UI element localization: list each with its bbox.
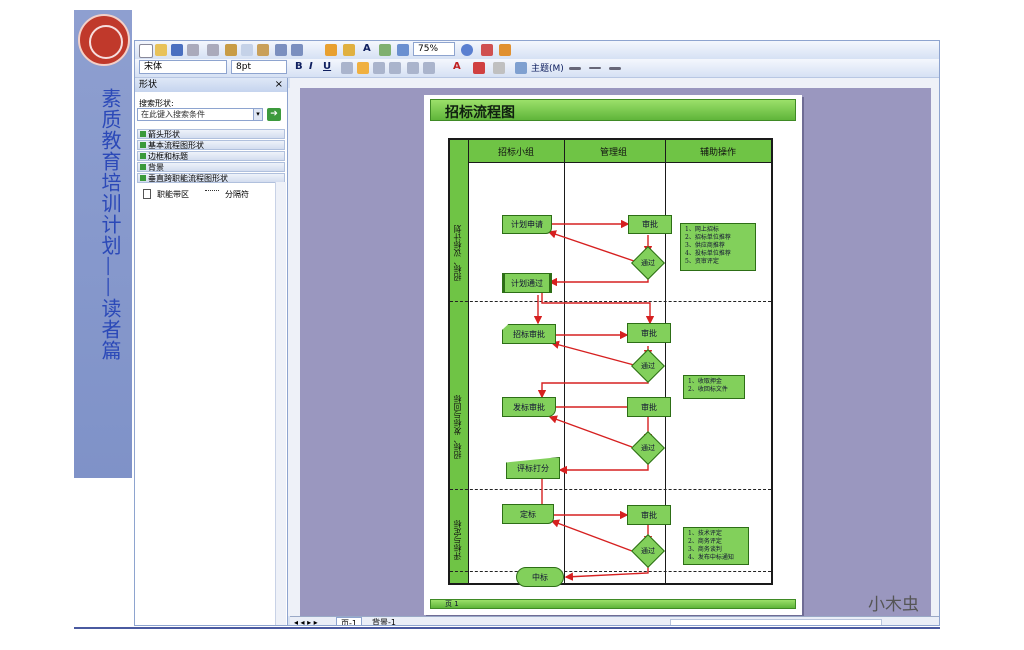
save-icon[interactable] bbox=[171, 44, 183, 56]
indent-icon[interactable] bbox=[423, 62, 435, 74]
node-approve-3[interactable]: 审批 bbox=[627, 397, 671, 417]
node-win[interactable]: 中标 bbox=[516, 567, 564, 587]
shape-icon[interactable] bbox=[379, 44, 391, 56]
line-weight-icon[interactable] bbox=[569, 67, 581, 70]
diagram-page[interactable]: 招标流程图 招标小组 管理组 辅助操作 招标、议标计划 招标、发标与回标 评标与… bbox=[424, 95, 802, 615]
line-color-icon[interactable] bbox=[473, 62, 485, 74]
shape-item-functional-band[interactable]: 职能带区 bbox=[157, 189, 189, 200]
shapes-panel: 形状 × 搜索形状: 在此键入搜索条件 ▾ ➔ 箭头形状 基本流程图形状 边框和… bbox=[135, 78, 288, 625]
bold-icon[interactable]: B bbox=[295, 61, 303, 72]
bullets-icon[interactable] bbox=[407, 62, 419, 74]
note-evaluate-support[interactable]: 1、技术评定 2、商务评定 3、商务谈判 4、发布中标通知 bbox=[683, 527, 749, 565]
watermark: 小木虫 bbox=[868, 595, 919, 615]
functional-band-icon bbox=[143, 189, 151, 199]
standard-toolbar: A 75% bbox=[135, 41, 939, 60]
tab-nav-icons[interactable]: ◂ ◂ ▸ ▸ bbox=[294, 617, 318, 625]
diagram-footer-bar: 页 1 bbox=[430, 599, 796, 609]
tab-page-1[interactable]: 页-1 bbox=[336, 617, 362, 625]
help-icon[interactable] bbox=[461, 44, 473, 56]
text-tool-icon[interactable]: A bbox=[363, 43, 371, 54]
line-ends-icon[interactable] bbox=[609, 67, 621, 70]
panel-scrollbar[interactable] bbox=[275, 182, 286, 625]
slide-title: 素质教育培训计划——读者篇 bbox=[98, 88, 122, 361]
close-icon[interactable]: × bbox=[275, 78, 283, 92]
stencil-borders-titles[interactable]: 边框和标题 bbox=[137, 151, 285, 161]
shapes-panel-header: 形状 × bbox=[135, 78, 287, 92]
open-icon[interactable] bbox=[155, 44, 167, 56]
font-select[interactable]: 宋体 bbox=[139, 60, 227, 74]
node-approve-4[interactable]: 审批 bbox=[627, 505, 671, 525]
note-line: 3、供应商推荐 bbox=[685, 242, 725, 249]
shape-item-separator[interactable]: 分隔符 bbox=[225, 189, 249, 200]
note-plan-support[interactable]: 1、网上招标 2、招标单位推荐 3、供应商推荐 4、投标单位推荐 5、资审评定 bbox=[680, 223, 756, 271]
format-painter-icon[interactable] bbox=[499, 44, 511, 56]
fill-color-icon[interactable] bbox=[493, 62, 505, 74]
node-plan-pass[interactable]: 计划通过 bbox=[502, 273, 552, 293]
node-plan-apply[interactable]: 计划申请 bbox=[502, 215, 552, 234]
footer-label: 页 1 bbox=[445, 600, 459, 608]
theme-button-icon[interactable] bbox=[515, 62, 527, 74]
cut-icon[interactable] bbox=[225, 44, 237, 56]
node-pass-3-label: 通过 bbox=[641, 444, 655, 452]
note-line: 1、网上招标 bbox=[685, 226, 719, 233]
page-tabs-bar: ◂ ◂ ▸ ▸ 页-1 背景-1 bbox=[290, 616, 939, 625]
connector-icon[interactable] bbox=[343, 44, 355, 56]
note-line: 5、资审评定 bbox=[685, 258, 719, 265]
format-toolbar: 宋体 8pt B I U A 主题(M) bbox=[135, 59, 939, 78]
node-pass-4-label: 通过 bbox=[641, 547, 655, 555]
stencil-basic-flowchart[interactable]: 基本流程图形状 bbox=[137, 140, 285, 150]
zoom-icon[interactable] bbox=[397, 44, 409, 56]
preview-icon[interactable] bbox=[207, 44, 219, 56]
undo-icon[interactable] bbox=[275, 44, 287, 56]
node-pass-2-label: 通过 bbox=[641, 362, 655, 370]
redo-icon[interactable] bbox=[291, 44, 303, 56]
note-line: 1、技术评定 bbox=[688, 530, 722, 537]
line-pattern-icon[interactable] bbox=[589, 67, 601, 69]
search-go-icon[interactable]: ➔ bbox=[267, 108, 281, 121]
note-line: 2、商务评定 bbox=[688, 538, 722, 545]
node-decide[interactable]: 定标 bbox=[502, 504, 554, 524]
font-size-select[interactable]: 8pt bbox=[231, 60, 287, 74]
stencil-cross-functional[interactable]: 垂直跨职能流程图形状 bbox=[137, 173, 285, 183]
zoom-select[interactable]: 75% bbox=[413, 42, 455, 56]
chevron-down-icon[interactable]: ▾ bbox=[253, 108, 263, 121]
node-approve-2[interactable]: 审批 bbox=[627, 323, 671, 343]
note-issue-support[interactable]: 1、收取押金 2、收回标文件 bbox=[683, 375, 745, 399]
print-icon[interactable] bbox=[187, 44, 199, 56]
note-line: 2、招标单位推荐 bbox=[685, 234, 731, 241]
note-line: 3、商务谈判 bbox=[688, 546, 722, 553]
italic-icon[interactable]: I bbox=[309, 61, 313, 72]
canvas-horizontal-scrollbar[interactable] bbox=[670, 619, 882, 625]
underline-icon[interactable]: U bbox=[323, 61, 331, 72]
note-line: 4、投标单位推荐 bbox=[685, 250, 731, 257]
stencil-arrows[interactable]: 箭头形状 bbox=[137, 129, 285, 139]
separator-icon bbox=[205, 190, 219, 191]
slide-divider bbox=[74, 627, 940, 629]
theme-button[interactable]: 主题(M) bbox=[531, 61, 564, 74]
pointer-tool-icon[interactable] bbox=[325, 44, 337, 56]
canvas-vertical-scrollbar[interactable] bbox=[931, 88, 939, 616]
stencil-backgrounds[interactable]: 背景 bbox=[137, 162, 285, 172]
shapes-panel-title: 形状 bbox=[139, 80, 158, 90]
paste-icon[interactable] bbox=[257, 44, 269, 56]
copy-icon[interactable] bbox=[241, 44, 253, 56]
note-line: 4、发布中标通知 bbox=[688, 554, 734, 561]
theme-icon[interactable] bbox=[481, 44, 493, 56]
node-issue-review[interactable]: 发标审批 bbox=[502, 397, 556, 417]
node-tender-review[interactable]: 招标审批 bbox=[502, 324, 556, 344]
align-center-icon[interactable] bbox=[357, 62, 369, 74]
note-line: 2、收回标文件 bbox=[688, 386, 728, 393]
note-line: 1、收取押金 bbox=[688, 378, 722, 385]
justify-icon[interactable] bbox=[389, 62, 401, 74]
visio-window: A 75% 宋体 8pt B I U A 主题(M) 形状 × 搜索形状: 在此… bbox=[134, 40, 940, 626]
align-right-icon[interactable] bbox=[373, 62, 385, 74]
tab-background-1[interactable]: 背景-1 bbox=[368, 617, 400, 625]
node-pass-1-label: 通过 bbox=[641, 259, 655, 267]
search-input[interactable]: 在此键入搜索条件 bbox=[137, 108, 263, 121]
align-left-icon[interactable] bbox=[341, 62, 353, 74]
new-icon[interactable] bbox=[139, 44, 153, 58]
font-color-icon[interactable]: A bbox=[453, 61, 461, 72]
university-logo bbox=[78, 14, 130, 66]
node-approve-1[interactable]: 审批 bbox=[628, 215, 672, 234]
